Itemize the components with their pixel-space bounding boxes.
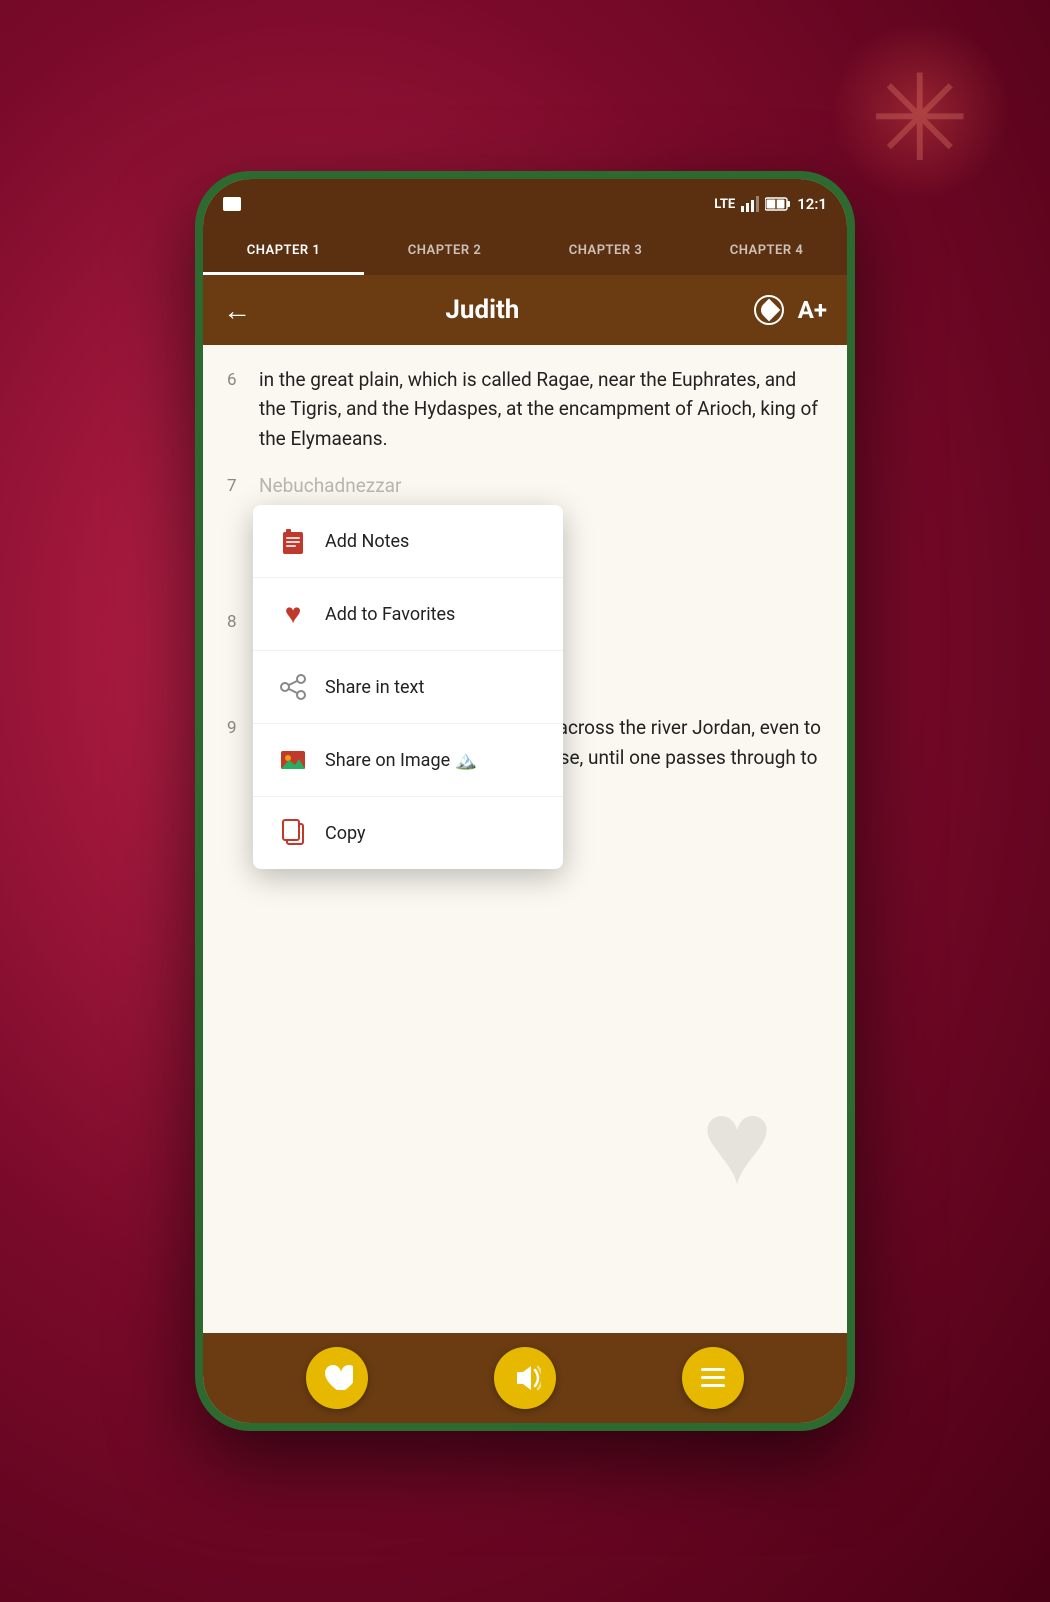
watermark: ♥ [647, 1053, 827, 1233]
list-icon [697, 1362, 729, 1394]
list-button[interactable] [682, 1347, 744, 1409]
menu-add-favorites[interactable]: ♥ Add to Favorites [253, 578, 563, 651]
verse-text-6: in the great plain, which is called Raga… [259, 365, 823, 453]
copy-icon [277, 817, 309, 849]
phone-screen: LTE 12:1 CHAPTER 1 CHAPTER 2 [203, 179, 847, 1423]
battery-icon [765, 197, 791, 211]
heart-icon [321, 1362, 353, 1394]
content-area: 6 in the great plain, which is called Ra… [203, 345, 847, 1333]
header-icons: A+ [754, 295, 827, 325]
share-text-icon [277, 671, 309, 703]
top-header: ← Judith A+ [203, 275, 847, 345]
back-button[interactable]: ← [223, 294, 251, 327]
share-image-icon [277, 744, 309, 776]
phone-frame: LTE 12:1 CHAPTER 1 CHAPTER 2 [195, 171, 855, 1431]
menu-add-notes[interactable]: Add Notes [253, 505, 563, 578]
copy-label: Copy [325, 823, 366, 844]
font-size-button[interactable]: A+ [798, 296, 827, 324]
add-favorites-label: Add to Favorites [325, 604, 455, 625]
tab-chapter-4[interactable]: CHAPTER 4 [686, 229, 847, 275]
tab-chapter-2[interactable]: CHAPTER 2 [364, 229, 525, 275]
bottom-bar [203, 1333, 847, 1423]
favorite-button[interactable] [306, 1347, 368, 1409]
share-text-label: Share in text [325, 677, 424, 698]
tab-chapter-3[interactable]: CHAPTER 3 [525, 229, 686, 275]
sd-card-icon [223, 197, 241, 211]
add-notes-label: Add Notes [325, 531, 409, 552]
chapter-tabs: CHAPTER 1 CHAPTER 2 CHAPTER 3 CHAPTER 4 [203, 229, 847, 275]
verse-num-6: 6 [227, 367, 259, 453]
lte-indicator: LTE [714, 197, 735, 212]
clock: 12:1 [797, 195, 827, 213]
context-menu: Add Notes ♥ Add to Favorites [253, 505, 563, 869]
menu-share-image[interactable]: Share on Image 🏔️ [253, 724, 563, 797]
menu-share-text[interactable]: Share in text [253, 651, 563, 724]
notes-icon [277, 525, 309, 557]
signal-icon [741, 196, 759, 212]
menu-copy[interactable]: Copy [253, 797, 563, 869]
page-title: Judith [267, 295, 698, 325]
tab-chapter-1[interactable]: CHAPTER 1 [203, 229, 364, 275]
audio-button[interactable] [494, 1347, 556, 1409]
share-image-label: Share on Image 🏔️ [325, 750, 477, 771]
speaker-icon [509, 1362, 541, 1394]
verse-6: 6 in the great plain, which is called Ra… [227, 365, 823, 453]
star-decoration: ✳ [869, 60, 970, 180]
brightness-icon[interactable] [754, 295, 784, 325]
status-bar: LTE 12:1 [203, 179, 847, 229]
favorites-icon: ♥ [277, 598, 309, 630]
status-left [223, 197, 241, 211]
status-right: LTE 12:1 [714, 195, 827, 213]
